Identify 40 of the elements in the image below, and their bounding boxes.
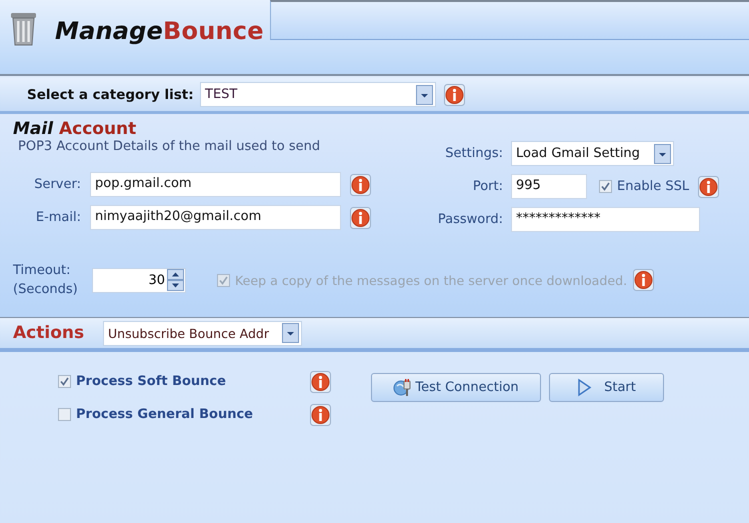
section-heading: Actions [13, 323, 86, 343]
test-connection-button[interactable]: Test Connection [371, 373, 541, 402]
plug-globe-icon [393, 378, 412, 397]
section-heading: Mail Account [13, 119, 138, 139]
input-field[interactable]: pop.gmail.com [90, 172, 341, 197]
play-icon [577, 378, 592, 397]
input-field[interactable]: nimyaajith20@gmail.com [90, 205, 341, 230]
field-label: Port: [472, 179, 503, 194]
password-field[interactable]: ************* [511, 207, 700, 232]
number-spinner[interactable]: 30 [92, 268, 186, 292]
info-icon[interactable] [310, 404, 331, 426]
input-field[interactable]: 995 [511, 174, 587, 199]
checkbox-label: Keep a copy of the messages on the server once downloaded. [235, 272, 628, 288]
field-label: Server: [33, 177, 81, 192]
info-icon[interactable] [350, 206, 371, 228]
info-icon[interactable] [350, 174, 371, 196]
field-label: E-mail: [34, 210, 81, 225]
section-subtitle: POP3 Account Details of the mail used to send [17, 139, 322, 156]
category-label: Select a category list: [27, 86, 195, 102]
info-icon[interactable] [633, 269, 654, 291]
spinner-arrows-icon[interactable] [167, 269, 184, 291]
field-label: Timeout: [13, 262, 72, 280]
info-icon[interactable] [444, 84, 465, 106]
field-label: Password: [436, 212, 503, 227]
checkbox-label: Process Soft Bounce [76, 374, 226, 389]
dropdown[interactable]: Load Gmail Setting [511, 141, 674, 166]
checkbox-label: Enable SSL [617, 179, 690, 194]
dropdown[interactable]: Unsubscribe Bounce Addr [103, 320, 302, 346]
start-button[interactable]: Start [549, 373, 664, 402]
checkbox[interactable] [599, 180, 612, 193]
app-title: ManageBounce [55, 17, 264, 45]
field-label: Settings: [444, 146, 503, 161]
trash-can-icon [10, 10, 37, 46]
checkbox-label: Process General Bounce [76, 407, 253, 422]
field-label: (Seconds) [13, 281, 79, 299]
checkbox[interactable] [58, 408, 71, 421]
info-icon[interactable] [698, 176, 720, 198]
checkbox[interactable] [58, 375, 71, 388]
info-icon[interactable] [310, 370, 331, 392]
dropdown[interactable]: TEST [200, 82, 436, 107]
